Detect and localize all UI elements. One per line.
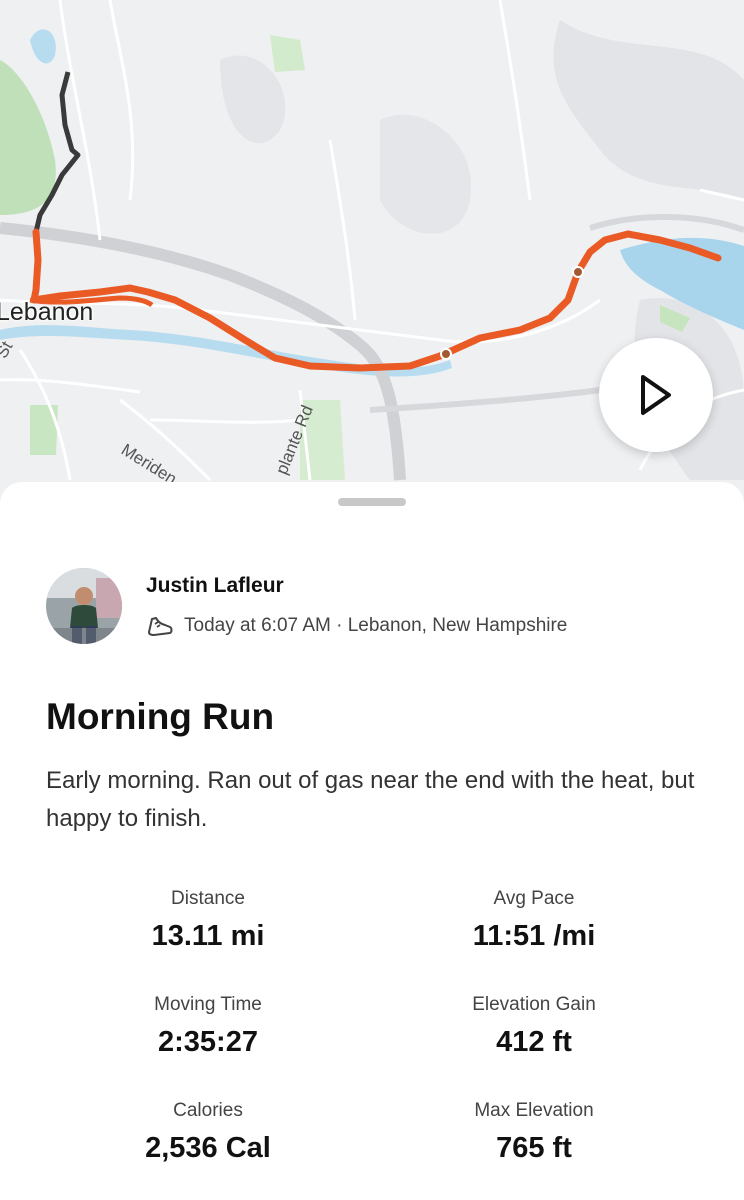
play-button[interactable] xyxy=(599,338,713,452)
stat-value: 765 ft xyxy=(496,1132,572,1164)
route-map[interactable]: Lebanon Meriden plante Rd St xyxy=(0,0,744,540)
activity-sheet: Justin Lafleur Today at 6:07 AM · Lebano… xyxy=(0,482,744,1200)
stat-label: Max Elevation xyxy=(474,1100,594,1121)
stat-value: 13.11 mi xyxy=(151,920,265,952)
stat-moving-time: Moving Time 2:35:27 xyxy=(58,994,358,1059)
stat-max-elevation: Max Elevation 765 ft xyxy=(384,1100,684,1165)
stat-label: Distance xyxy=(171,888,245,909)
map-background xyxy=(0,0,744,482)
stat-avg-pace: Avg Pace 11:51 /mi xyxy=(384,888,684,953)
stat-value: 2:35:27 xyxy=(158,1026,258,1058)
activity-meta: Today at 6:07 AM · Lebanon, New Hampshir… xyxy=(146,612,567,640)
stat-label: Moving Time xyxy=(154,994,262,1015)
stat-value: 412 ft xyxy=(496,1026,572,1058)
avatar[interactable] xyxy=(46,568,122,644)
athlete-name[interactable]: Justin Lafleur xyxy=(146,574,284,598)
stat-label: Calories xyxy=(173,1100,243,1121)
stat-elevation-gain: Elevation Gain 412 ft xyxy=(384,994,684,1059)
stat-value: 11:51 /mi xyxy=(472,920,596,952)
avatar-image xyxy=(46,568,122,644)
activity-title: Morning Run xyxy=(46,696,275,737)
stat-label: Elevation Gain xyxy=(472,994,596,1015)
stat-value: 2,536 Cal xyxy=(145,1132,271,1164)
map-city-label: Lebanon xyxy=(0,298,94,326)
play-icon xyxy=(641,375,671,415)
stat-distance: Distance 13.11 mi xyxy=(58,888,358,953)
shoe-icon xyxy=(148,617,173,636)
activity-description: Early morning. Ran out of gas near the e… xyxy=(46,767,695,832)
drag-handle[interactable] xyxy=(338,498,406,506)
activity-meta-text: Today at 6:07 AM · Lebanon, New Hampshir… xyxy=(184,615,568,636)
stat-label: Avg Pace xyxy=(493,888,575,909)
stat-calories: Calories 2,536 Cal xyxy=(58,1100,358,1165)
